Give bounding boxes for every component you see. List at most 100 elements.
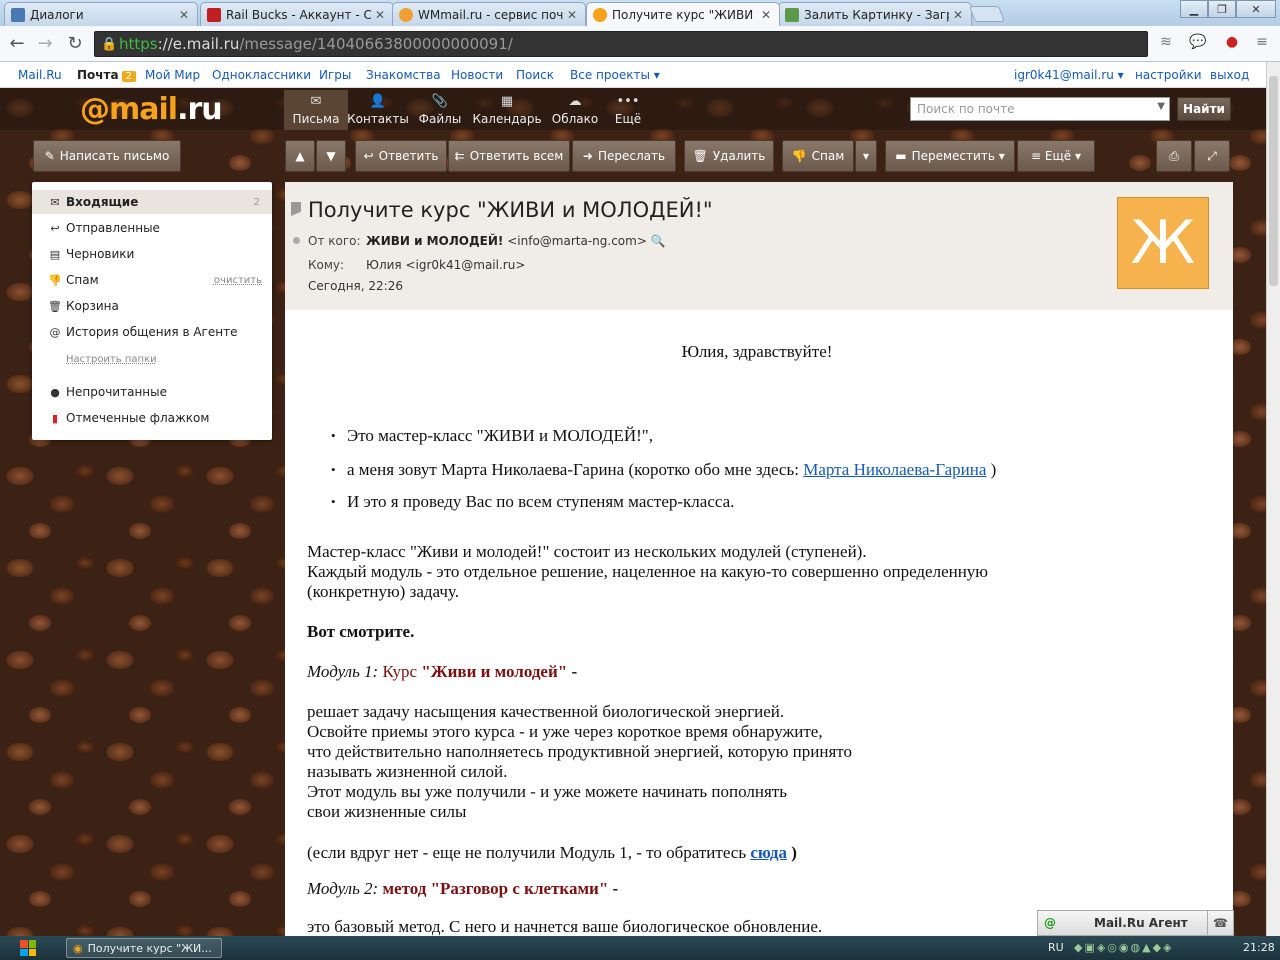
recipient[interactable]: Юлия <igr0k41@mail.ru> — [366, 258, 525, 272]
read-status-icon[interactable] — [293, 237, 300, 244]
browser-tab[interactable]: WMmail.ru - сервис почто ✕ — [392, 2, 586, 26]
portal-link-games[interactable]: Игры — [319, 68, 351, 82]
service-letters[interactable]: ✉ Письма — [284, 90, 348, 130]
page-scrollbar[interactable] — [1266, 62, 1280, 936]
logo-square — [28, 940, 36, 948]
list-item-text: а меня зовут Марта Николаева-Гарина (кор… — [347, 460, 804, 479]
notification-extension-icon[interactable]: ● — [1222, 34, 1242, 54]
more-button[interactable]: ≡ Ещё ▾ — [1017, 140, 1095, 172]
filter-unread[interactable]: ● Непрочитанные — [32, 380, 272, 404]
browser-tab[interactable]: Rail Bucks - Аккаунт - Ск ✕ — [200, 2, 394, 26]
folder-drafts[interactable]: ▤ Черновики — [32, 242, 272, 266]
reply-button[interactable]: ↩ Ответить — [355, 140, 447, 172]
service-more[interactable]: ••• Ещё — [596, 90, 660, 130]
reply-all-button[interactable]: ⇇ Ответить всем — [448, 140, 570, 172]
browser-tab[interactable]: Диалоги ✕ — [4, 2, 198, 26]
close-icon[interactable]: ✕ — [375, 8, 387, 22]
phone-icon[interactable]: ☎ — [1207, 911, 1233, 935]
folder-inbox[interactable]: ✉ Входящие 2 — [32, 190, 272, 214]
minimize-icon[interactable]: ▁ — [1180, 0, 1208, 18]
forward-button[interactable]: ➜ Переслать — [572, 140, 676, 172]
filter-label: Непрочитанные — [66, 385, 167, 399]
compose-button[interactable]: ✎ Написать письмо — [33, 140, 181, 172]
message-view: Получите курс "ЖИВИ и МОЛОДЕЙ!" От кого:… — [285, 182, 1233, 936]
forward-arrow-icon[interactable]: → — [34, 34, 56, 54]
language-indicator[interactable]: RU — [1048, 941, 1064, 954]
tab-favicon-icon — [207, 7, 221, 22]
settings-link[interactable]: настройки — [1135, 68, 1202, 82]
tab-title: WMmail.ru - сервис почто — [418, 7, 563, 22]
mailru-agent-panel[interactable]: @ Mail.Ru Агент ☎ — [1037, 910, 1234, 936]
close-window-icon[interactable]: ✕ — [1236, 0, 1276, 18]
chevron-down-icon[interactable]: ▼ — [1157, 101, 1165, 112]
service-contacts[interactable]: 👤 Контакты — [346, 90, 410, 130]
close-icon[interactable]: ✕ — [953, 8, 965, 22]
extension-icon[interactable]: ≋ — [1156, 34, 1176, 54]
spam-button[interactable]: 👎 Спам — [782, 140, 854, 172]
next-message-button[interactable]: ▼ — [316, 140, 346, 172]
maximize-icon[interactable]: ❐ — [1208, 0, 1236, 18]
portal-link-dating[interactable]: Знакомства — [366, 68, 441, 82]
portal-link-ok[interactable]: Одноклассники — [212, 68, 311, 82]
close-icon[interactable]: ✕ — [179, 8, 191, 22]
paragraph-line: Мастер-класс "Живи и молодей!" состоит и… — [307, 542, 867, 561]
sender-email[interactable]: <info@marta-ng.com> — [507, 234, 647, 248]
mailru-logo[interactable]: @mail.ru — [80, 92, 223, 127]
greeting: Юлия, здравствуйте! — [681, 342, 833, 361]
close-icon[interactable]: ✕ — [567, 8, 579, 22]
delete-button[interactable]: 🗑 Удалить — [684, 140, 774, 172]
setup-folders-link[interactable]: Настроить папки — [66, 354, 157, 365]
document-icon: ▤ — [49, 247, 61, 261]
filter-flagged[interactable]: ▮ Отмеченные флажком — [32, 406, 272, 430]
spam-dropdown-button[interactable]: ▾ — [855, 140, 877, 172]
close-icon[interactable]: ✕ — [761, 8, 773, 22]
folder-spam[interactable]: 👎 Спам очистить — [32, 268, 272, 292]
print-button[interactable]: ⎙ — [1156, 140, 1192, 172]
flag-icon[interactable] — [291, 202, 301, 216]
folder-sent[interactable]: ↩ Отправленные — [32, 216, 272, 240]
expand-button[interactable]: ⤢ — [1194, 140, 1230, 172]
clean-spam-link[interactable]: очистить — [214, 275, 262, 286]
search-icon[interactable]: 🔍 — [651, 234, 666, 248]
tray-icons[interactable]: ◆▣◈◎◉◍▲◆◈ — [1074, 941, 1174, 954]
tab-favicon-icon — [11, 7, 25, 22]
scrollbar-thumb[interactable] — [1269, 76, 1278, 286]
portal-link-mail[interactable]: Почта 2 — [77, 68, 136, 82]
service-label: Письма — [292, 112, 340, 126]
browser-tab[interactable]: Залить Картинку - Загру ✕ — [778, 2, 972, 26]
search-button[interactable]: Найти — [1177, 97, 1231, 121]
user-account-menu[interactable]: igr0k41@mail.ru ▾ — [1014, 68, 1124, 82]
windows-start-icon[interactable] — [20, 940, 36, 956]
new-tab-button[interactable] — [969, 6, 1005, 22]
sender-name[interactable]: ЖИВИ и МОЛОДЕЙ! — [366, 234, 503, 248]
mail-search-input[interactable]: Поиск по почте ▼ — [910, 97, 1170, 121]
forward-icon: ➜ — [582, 149, 593, 163]
reload-icon[interactable]: ↻ — [64, 34, 86, 54]
taskbar-browser-item[interactable]: ◉ Получите курс "ЖИ... — [66, 938, 222, 958]
portal-link-myworld[interactable]: Мой Мир — [145, 68, 200, 82]
logout-link[interactable]: выход — [1210, 68, 1249, 82]
folder-agent-history[interactable]: @ История общения в Агенте — [32, 320, 272, 344]
portal-link-all-projects[interactable]: Все проекты ▾ — [570, 68, 660, 82]
prev-message-button[interactable]: ▲ — [285, 140, 315, 172]
here-link[interactable]: сюда — [750, 843, 787, 862]
back-arrow-icon[interactable]: ← — [6, 34, 28, 54]
service-files[interactable]: 📎 Файлы — [408, 90, 472, 130]
module-1-heading: Модуль 1: Курс "Живи и молодей" - — [307, 662, 577, 682]
paperclip-icon: 📎 — [431, 94, 449, 109]
from-label: От кого: — [308, 234, 361, 248]
service-calendar[interactable]: ▦ Календарь — [472, 90, 542, 130]
wrench-menu-icon[interactable]: ≡ — [1252, 34, 1272, 54]
service-label: Облако — [551, 112, 599, 126]
browser-tab-active[interactable]: Получите курс "ЖИВИ и ✕ — [586, 2, 780, 26]
address-bar[interactable]: 🔒 https://e.mail.ru/message/140406638000… — [94, 31, 1148, 57]
portal-link-mailru[interactable]: Mail.Ru — [18, 68, 62, 82]
portal-link-news[interactable]: Новости — [451, 68, 503, 82]
chat-extension-icon[interactable]: 💬 — [1188, 34, 1208, 54]
tab-title: Диалоги — [30, 7, 84, 22]
spam-label: Спам — [811, 149, 845, 163]
portal-link-search[interactable]: Поиск — [516, 68, 554, 82]
folder-trash[interactable]: 🗑 Корзина — [32, 294, 272, 318]
author-link[interactable]: Марта Николаева-Гарина — [803, 460, 986, 479]
move-button[interactable]: ▬ Переместить ▾ — [885, 140, 1015, 172]
